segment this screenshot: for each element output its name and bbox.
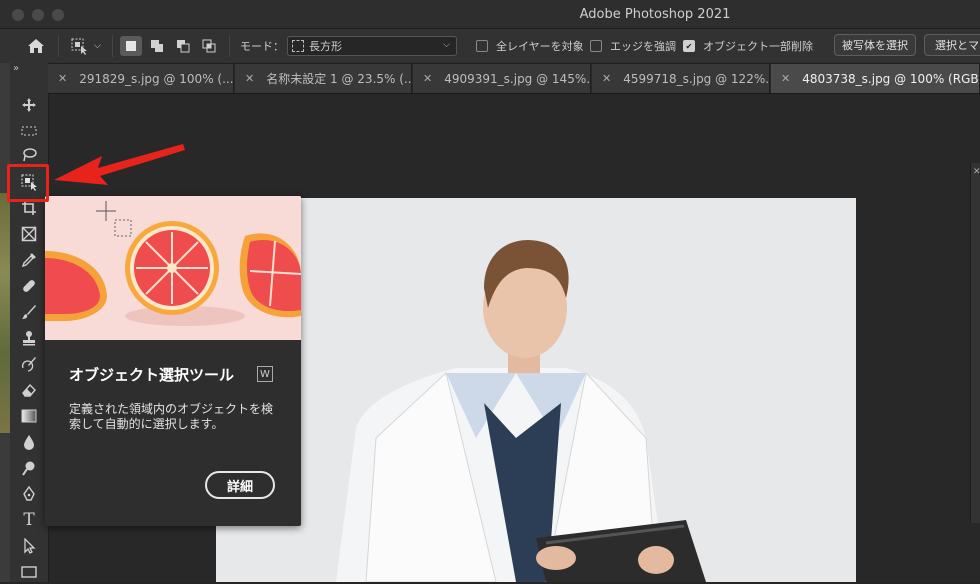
- new-selection-button[interactable]: [120, 36, 142, 56]
- mode-value: 長方形: [309, 40, 342, 53]
- select-and-mask-button[interactable]: 選択とマス: [924, 34, 980, 56]
- gradient-icon: [21, 409, 37, 423]
- move-tool[interactable]: [16, 93, 42, 117]
- rectangle-tool[interactable]: [16, 560, 42, 584]
- mode-label: モード：: [240, 40, 284, 53]
- new-selection-icon: [126, 41, 136, 51]
- history-brush-tool[interactable]: [16, 352, 42, 376]
- document-tab-active[interactable]: ✕ 4803738_s.jpg @ 100% (RGB/8#: [771, 64, 980, 93]
- tab-label: 291829_s.jpg @ 100% (...: [79, 71, 234, 86]
- tool-highlight-box: [7, 164, 49, 202]
- learn-more-button[interactable]: 詳細: [205, 471, 275, 499]
- bandage-icon: [23, 280, 35, 292]
- close-tab-icon[interactable]: ✕: [423, 72, 432, 85]
- close-panel-icon[interactable]: ✕: [973, 167, 980, 177]
- dodge-icon: [22, 461, 35, 476]
- lasso-icon: [23, 148, 37, 162]
- clone-stamp-tool[interactable]: [16, 326, 42, 350]
- all-layers-checkbox[interactable]: 全レイヤーを対象: [476, 29, 584, 63]
- document-tab[interactable]: ✕ 291829_s.jpg @ 100% (...: [48, 64, 234, 93]
- close-tab-icon[interactable]: ✕: [602, 72, 611, 85]
- tab-label: 4599718_s.jpg @ 122%...: [623, 71, 770, 86]
- intersect-selection-button[interactable]: [198, 36, 220, 56]
- tool-preset-picker[interactable]: ⌵: [70, 29, 101, 63]
- background-window-strip: [0, 63, 10, 582]
- arrow-icon: [24, 538, 36, 554]
- eyedropper-tool[interactable]: [16, 248, 42, 272]
- all-layers-label: 全レイヤーを対象: [496, 40, 584, 53]
- close-tab-icon[interactable]: ✕: [781, 72, 790, 85]
- rich-tooltip: オブジェクト選択ツール W 定義された領域内のオブジェクトを検索して自動的に選択…: [45, 196, 301, 526]
- brush-tool[interactable]: [16, 300, 42, 324]
- checkbox-icon: [476, 40, 488, 52]
- options-bar: ⌵ モード： 長方形 ⌵ 全レイヤーを対象 エッジを強調 ✔ オブジェクト一部削…: [0, 29, 980, 64]
- object-subtract-checkbox[interactable]: ✔ オブジェクト一部削除: [683, 29, 813, 63]
- drop-icon: [24, 435, 34, 450]
- add-to-selection-button[interactable]: [146, 36, 168, 56]
- tab-label: 4909391_s.jpg @ 145%...: [444, 71, 591, 86]
- grapefruit-illustration: [45, 196, 301, 340]
- object-selection-icon: [71, 38, 87, 55]
- document-tabs: ✕ 291829_s.jpg @ 100% (... ✕ 名称未設定 1 @ 2…: [48, 64, 980, 94]
- checkbox-icon: [590, 40, 602, 52]
- mode-dropdown[interactable]: 長方形 ⌵: [287, 36, 457, 56]
- move-icon: [22, 98, 36, 112]
- marquee-icon: [21, 126, 37, 136]
- healing-brush-tool[interactable]: [16, 274, 42, 298]
- tooltip-preview-image: [45, 196, 301, 340]
- title-bar: Adobe Photoshop 2021: [0, 0, 980, 29]
- pen-icon: [23, 486, 35, 501]
- document-tab[interactable]: ✕ 名称未設定 1 @ 23.5% (...: [235, 64, 412, 93]
- eraser-tool[interactable]: [16, 378, 42, 402]
- rectangle-marquee-icon: [292, 40, 304, 52]
- enhance-edge-label: エッジを強調: [610, 40, 676, 53]
- tab-label: 4803738_s.jpg @ 100% (RGB/8#: [802, 71, 979, 86]
- subtract-selection-icon: [177, 40, 190, 53]
- frame-icon: [21, 226, 37, 242]
- type-tool[interactable]: T: [16, 508, 42, 532]
- dodge-tool[interactable]: [16, 456, 42, 480]
- right-panel-edge: ✕: [970, 163, 980, 523]
- path-selection-tool[interactable]: [16, 534, 42, 558]
- eraser-icon: [22, 383, 36, 397]
- red-arrow-annotation: [54, 144, 185, 185]
- home-button[interactable]: [26, 29, 46, 63]
- window-title: Adobe Photoshop 2021: [579, 7, 731, 22]
- frame-tool[interactable]: [16, 222, 42, 246]
- select-subject-button[interactable]: 被写体を選択: [834, 34, 916, 56]
- eyedropper-icon: [21, 253, 36, 268]
- document-tab[interactable]: ✕ 4909391_s.jpg @ 145%...: [413, 64, 591, 93]
- enhance-edge-checkbox[interactable]: エッジを強調: [590, 29, 676, 63]
- history-brush-icon: [21, 357, 36, 372]
- tooltip-description: 定義された領域内のオブジェクトを検索して自動的に選択します。: [69, 402, 274, 431]
- chevron-down-icon: ⌵: [94, 41, 101, 51]
- type-icon: T: [23, 510, 35, 530]
- stamp-icon: [23, 331, 35, 346]
- subtract-from-selection-button[interactable]: [172, 36, 194, 56]
- tooltip-title: オブジェクト選択ツール: [69, 366, 235, 384]
- doctor-photo: [216, 198, 856, 582]
- shortcut-key-badge: W: [257, 366, 273, 382]
- document-image[interactable]: [216, 198, 856, 582]
- object-subtract-label: オブジェクト一部削除: [703, 40, 813, 53]
- blur-tool[interactable]: [16, 430, 42, 454]
- tab-label: 名称未設定 1 @ 23.5% (...: [266, 72, 412, 86]
- chevron-down-icon: ⌵: [443, 40, 450, 50]
- add-selection-icon: [151, 40, 163, 52]
- marquee-tool[interactable]: [16, 119, 42, 143]
- home-icon: [28, 39, 44, 53]
- close-tab-icon[interactable]: ✕: [58, 72, 67, 85]
- crop-icon: [22, 201, 36, 215]
- intersect-selection-icon: [202, 39, 216, 53]
- rectangle-icon: [21, 566, 37, 578]
- brush-icon: [22, 305, 36, 319]
- checkbox-checked-icon: ✔: [683, 40, 695, 52]
- close-tab-icon[interactable]: ✕: [245, 72, 254, 85]
- pen-tool[interactable]: [16, 482, 42, 506]
- tools-panel: » T: [10, 63, 49, 582]
- gradient-tool[interactable]: [16, 404, 42, 428]
- document-tab[interactable]: ✕ 4599718_s.jpg @ 122%...: [592, 64, 770, 93]
- panel-collapse-icon[interactable]: »: [13, 63, 19, 74]
